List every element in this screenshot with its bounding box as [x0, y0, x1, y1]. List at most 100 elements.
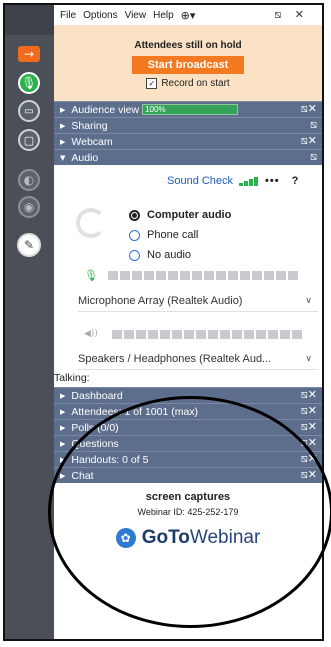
popout-close-icons[interactable]: ⧅✕: [301, 102, 317, 116]
audience-view-meter: 100%: [142, 104, 239, 115]
popout-close-icons[interactable]: ⧅✕: [301, 452, 317, 466]
microphone-icon: 🎙: [84, 269, 98, 282]
grabtab-icon[interactable]: ◐: [18, 169, 40, 191]
more-options-icon[interactable]: •••: [265, 175, 280, 187]
rail-grip[interactable]: [5, 5, 54, 35]
radio-label: No audio: [147, 249, 192, 261]
radio-label: Phone call: [147, 229, 199, 241]
section-dashboard[interactable]: ▶ Dashboard ⧅✕: [54, 387, 322, 403]
main-panel: File Options View Help ⊕▾ ⧅ ✕ Attendees …: [54, 5, 322, 639]
record-on-start-row[interactable]: ✓ Record on start: [54, 78, 322, 89]
section-questions[interactable]: ▶ Questions ⧅✕: [54, 435, 322, 451]
speaker-icon: ◀)): [84, 329, 98, 339]
radio-unselected-icon[interactable]: [129, 249, 140, 261]
chevron-down-icon[interactable]: ∨: [305, 354, 312, 364]
expand-triangle-icon: ▶: [60, 105, 66, 114]
drawing-tools-pen-icon[interactable]: ✎: [17, 233, 41, 257]
popout-close-icons[interactable]: ⧅✕: [301, 468, 317, 482]
chat-bubble-icon[interactable]: ◉: [18, 196, 40, 218]
expand-triangle-icon: ▶: [60, 407, 66, 416]
brand-light: Webinar: [189, 527, 261, 548]
talking-label: Talking:: [54, 372, 90, 384]
signal-bars-icon: [239, 176, 259, 186]
sound-check-row: Sound Check ••• ?: [167, 175, 298, 187]
section-handouts[interactable]: ▶ Handouts: 0 of 5 ⧅✕: [54, 451, 322, 467]
radio-no-audio[interactable]: No audio: [129, 245, 231, 265]
expand-triangle-icon: ▶: [60, 137, 66, 146]
speaker-level-meter: [111, 329, 304, 339]
menu-view[interactable]: View: [125, 10, 147, 21]
section-label: Attendees: 1 of 1001 (max): [71, 405, 199, 418]
expand-triangle-icon: ▶: [60, 471, 66, 480]
section-audience-view[interactable]: ▶ Audience view 100% ⧅✕: [54, 101, 322, 117]
popout-close-icons[interactable]: ⧅✕: [301, 404, 317, 418]
microphone-select[interactable]: Microphone Array (Realtek Audio) ∨: [78, 291, 318, 312]
popout-close-icons[interactable]: ⧅✕: [301, 134, 317, 148]
audience-view-percent: 100%: [145, 105, 166, 114]
popout-icon[interactable]: ⧅: [310, 118, 317, 132]
popout-close-icons[interactable]: ⧅✕: [301, 388, 317, 402]
expand-triangle-icon: ▶: [60, 455, 66, 464]
audio-mode-radio-group: Computer audio Phone call No audio: [129, 205, 231, 265]
popout-close-icons[interactable]: ⧅✕: [301, 420, 317, 434]
sound-check-link[interactable]: Sound Check: [167, 175, 233, 187]
expand-triangle-icon: ▶: [60, 391, 66, 400]
section-audio[interactable]: ▼ Audio ⧅: [54, 149, 322, 165]
expand-triangle-icon: ▶: [60, 121, 66, 130]
section-attendees[interactable]: ▶ Attendees: 1 of 1001 (max) ⧅✕: [54, 403, 322, 419]
help-icon[interactable]: ?: [292, 175, 299, 187]
section-label: Audio: [71, 151, 99, 164]
section-label: Questions: [71, 437, 119, 450]
radio-unselected-icon[interactable]: [129, 229, 140, 241]
section-sharing[interactable]: ▶ Sharing ⧅: [54, 117, 322, 133]
on-hold-banner: Attendees still on hold Start broadcast …: [54, 25, 322, 101]
radio-phone-call[interactable]: Phone call: [129, 225, 231, 245]
section-label: Polls (0/0): [71, 421, 119, 434]
menu-help[interactable]: Help: [153, 10, 174, 21]
panel-footer: screen captures Webinar ID: 425-252-179 …: [54, 483, 322, 549]
globe-icon[interactable]: ⊕▾: [181, 9, 196, 22]
brand-bold: GoTo: [141, 527, 190, 548]
menu-options[interactable]: Options: [83, 10, 117, 21]
expand-triangle-icon: ▶: [60, 423, 66, 432]
gotowebinar-control-panel: → 🎙 ▭ ▢ ◐ ◉ ✎ File Options View Help ⊕▾ …: [3, 3, 324, 641]
popout-close-icons[interactable]: ⧅✕: [301, 436, 317, 450]
section-label: Chat: [71, 469, 94, 482]
radio-label: Computer audio: [147, 209, 232, 221]
loading-spinner-icon: [76, 208, 106, 238]
left-toolbar: → 🎙 ▭ ▢ ◐ ◉ ✎: [5, 5, 54, 639]
window-controls-icon[interactable]: ⧅ ✕: [274, 8, 309, 22]
gotowebinar-flower-icon: ✿: [115, 528, 136, 548]
gotowebinar-logo: ✿ GoTo Webinar: [54, 527, 322, 549]
section-webcam[interactable]: ▶ Webcam ⧅✕: [54, 133, 322, 149]
start-broadcast-button[interactable]: Start broadcast: [132, 56, 244, 74]
mic-level-meter: [108, 271, 300, 280]
section-polls[interactable]: ▶ Polls (0/0) ⧅✕: [54, 419, 322, 435]
section-label: Sharing: [71, 119, 108, 132]
menu-file[interactable]: File: [60, 10, 76, 21]
session-name: screen captures: [145, 491, 231, 503]
section-label: Handouts: 0 of 5: [71, 453, 149, 466]
collapse-triangle-icon: ▼: [60, 153, 66, 162]
menu-bar: File Options View Help ⊕▾ ⧅ ✕: [54, 5, 322, 25]
section-chat[interactable]: ▶ Chat ⧅✕: [54, 467, 322, 483]
popout-icon[interactable]: ⧅: [310, 150, 317, 164]
microphone-button-icon[interactable]: 🎙: [18, 72, 40, 94]
collapse-arrow-icon[interactable]: →: [18, 46, 40, 62]
expand-triangle-icon: ▶: [60, 439, 66, 448]
record-on-start-label: Record on start: [161, 78, 230, 89]
screen-share-button-icon[interactable]: ▢: [18, 129, 40, 151]
radio-selected-icon[interactable]: [129, 209, 140, 221]
audio-panel: Sound Check ••• ? Computer audio Phone c…: [54, 165, 322, 387]
speaker-select[interactable]: Speakers / Headphones (Realtek Aud... ∨: [78, 349, 318, 370]
section-label: Dashboard: [71, 389, 123, 402]
radio-computer-audio[interactable]: Computer audio: [129, 205, 231, 225]
webinar-id: Webinar ID: 425-252-179: [137, 507, 239, 517]
webcam-button-icon[interactable]: ▭: [18, 100, 40, 122]
record-checkbox[interactable]: ✓: [146, 78, 158, 89]
on-hold-title: Attendees still on hold: [134, 40, 242, 51]
speaker-select-value: Speakers / Headphones (Realtek Aud...: [78, 353, 272, 365]
microphone-select-value: Microphone Array (Realtek Audio): [78, 295, 243, 307]
chevron-down-icon[interactable]: ∨: [305, 296, 312, 306]
section-label: Audience view: [71, 103, 140, 116]
